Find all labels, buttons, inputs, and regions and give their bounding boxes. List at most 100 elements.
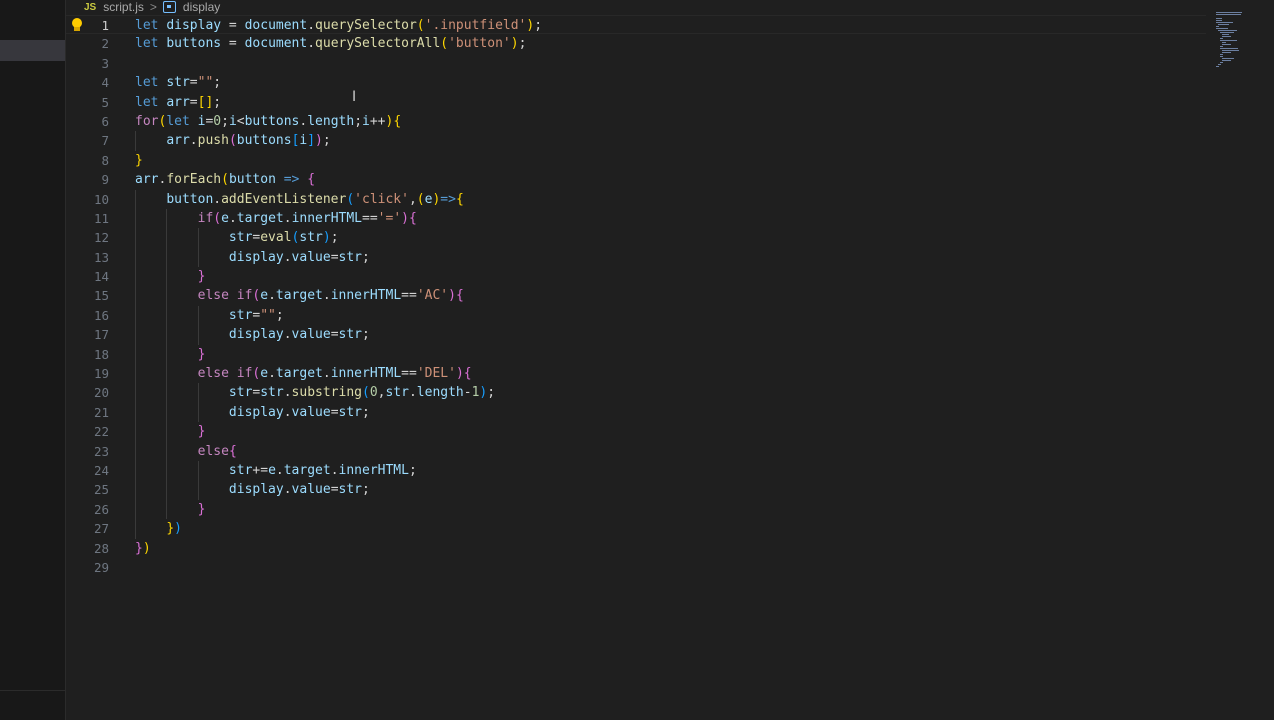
code-token: ; <box>322 133 331 149</box>
code-token: = <box>330 327 339 343</box>
code-line[interactable]: 12 str=eval(str); <box>66 228 1206 248</box>
code-line[interactable]: 17 display.value=str; <box>66 325 1206 345</box>
code-text[interactable]: display.value=str; <box>135 325 370 344</box>
minimap-line <box>1222 52 1231 53</box>
code-text[interactable]: } <box>135 345 206 364</box>
code-line[interactable]: 4 let str=""; <box>66 73 1206 92</box>
code-text[interactable]: button.addEventListener('click',(e)=>{ <box>135 190 463 209</box>
code-text[interactable]: str=""; <box>135 306 284 325</box>
code-line[interactable]: 7 arr.push(buttons[i]); <box>66 131 1206 151</box>
code-token: = <box>330 404 339 420</box>
line-number: 12 <box>93 230 109 246</box>
code-text[interactable]: let display = document.querySelector('.i… <box>135 16 542 35</box>
code-token: '=' <box>377 210 402 226</box>
code-token: < <box>236 113 245 129</box>
code-token: eval <box>260 230 292 246</box>
code-token: e <box>260 366 269 382</box>
line-number: 14 <box>93 269 109 285</box>
code-line[interactable]: 2 let buttons = document.querySelectorAll… <box>66 34 1206 53</box>
code-token: } <box>135 152 143 168</box>
code-line[interactable]: 10 button.addEventListener('click',(e)=>… <box>66 189 1206 209</box>
minimap-line <box>1220 56 1223 57</box>
code-text[interactable]: let str=""; <box>135 73 221 92</box>
code-line[interactable]: 25 display.value=str; <box>66 480 1206 500</box>
code-line[interactable]: 9 arr.forEach(button => { <box>66 170 1206 189</box>
breadcrumb-file[interactable]: script.js <box>103 0 144 14</box>
code-text[interactable]: } <box>135 151 143 170</box>
code-line[interactable]: 3 <box>66 54 1206 73</box>
code-token: e <box>268 462 276 478</box>
code-text[interactable]: arr.forEach(button => { <box>135 170 315 189</box>
minimap-line <box>1216 22 1233 23</box>
code-text[interactable]: } <box>135 500 206 519</box>
code-token: 'DEL' <box>416 366 456 382</box>
explorer-selected-item[interactable] <box>0 40 65 61</box>
minimap-line <box>1220 46 1223 47</box>
code-text[interactable]: display.value=str; <box>135 403 370 422</box>
code-token: e <box>260 288 269 304</box>
code-token: substring <box>291 385 362 401</box>
code-token: addEventListener <box>221 191 347 207</box>
code-token: = <box>189 75 198 91</box>
code-text[interactable]: } <box>135 267 206 286</box>
code-line[interactable]: 22 } <box>66 422 1206 442</box>
code-text[interactable]: str+=e.target.innerHTML; <box>135 461 417 480</box>
line-number: 20 <box>93 385 109 401</box>
minimap-line <box>1216 66 1219 67</box>
code-token: push <box>197 133 229 149</box>
code-text[interactable]: else if(e.target.innerHTML=='AC'){ <box>135 286 464 305</box>
code-token: } <box>166 521 175 537</box>
code-line[interactable]: 28}) <box>66 539 1206 558</box>
code-text[interactable]: else{ <box>135 442 237 461</box>
code-line[interactable]: 15 else if(e.target.innerHTML=='AC'){ <box>66 286 1206 306</box>
code-line[interactable]: 24 str+=e.target.innerHTML; <box>66 460 1206 481</box>
code-text[interactable]: display.value=str; <box>135 248 370 267</box>
code-line[interactable]: 21 display.value=str; <box>66 402 1206 423</box>
code-line[interactable]: 6 for(let i=0;i<buttons.length;i++){ <box>66 112 1206 131</box>
code-line[interactable]: 23 else{ <box>66 441 1206 461</box>
code-line[interactable]: 20 str=str.substring(0,str.length-1); <box>66 383 1206 403</box>
code-line[interactable]: 14 } <box>66 267 1206 287</box>
code-text[interactable]: arr.push(buttons[i]); <box>135 131 331 150</box>
code-line[interactable]: 27 }) <box>66 519 1206 539</box>
code-editor[interactable]: JS script.js > display 1 let display = do… <box>66 0 1274 720</box>
code-lines[interactable]: 1 let display = document.querySelector('.… <box>66 15 1206 577</box>
code-token: innerHTML <box>330 288 402 304</box>
code-token: ( <box>416 18 425 33</box>
code-token: forEach <box>166 172 222 188</box>
code-text[interactable]: }) <box>135 519 182 538</box>
breadcrumb-symbol[interactable]: display <box>183 0 220 14</box>
code-text[interactable]: let arr=[]; <box>135 93 221 112</box>
text-cursor-icon: I <box>352 89 357 105</box>
code-line[interactable]: 26 } <box>66 499 1206 520</box>
code-line[interactable]: 29 <box>66 558 1206 577</box>
code-text[interactable]: str=str.substring(0,str.length-1); <box>135 383 495 402</box>
code-token: i <box>228 113 237 129</box>
code-token: ) <box>401 210 409 226</box>
code-line[interactable]: 1 let display = document.querySelector('.… <box>66 15 1206 35</box>
code-text[interactable]: if(e.target.innerHTML=='='){ <box>135 209 417 228</box>
code-text[interactable]: for(let i=0;i<buttons.length;i++){ <box>135 112 401 131</box>
code-text[interactable]: str=eval(str); <box>135 228 339 247</box>
code-line[interactable]: 5 let arr=[]; <box>66 93 1206 112</box>
code-text[interactable]: let buttons = document.querySelectorAll(… <box>135 34 526 53</box>
code-token: else if <box>197 366 253 382</box>
code-line[interactable]: 11 if(e.target.innerHTML=='='){ <box>66 208 1206 229</box>
code-text[interactable]: else if(e.target.innerHTML=='DEL'){ <box>135 364 472 383</box>
code-line[interactable]: 18 } <box>66 344 1206 365</box>
code-text[interactable]: display.value=str; <box>135 480 370 499</box>
code-token: 0 <box>369 385 378 401</box>
code-text[interactable]: } <box>135 422 206 441</box>
code-text[interactable]: }) <box>135 539 151 558</box>
code-token: ; <box>275 307 284 323</box>
code-line[interactable]: 16 str=""; <box>66 305 1206 326</box>
code-line[interactable]: 19 else if(e.target.innerHTML=='DEL'){ <box>66 364 1206 384</box>
minimap[interactable] <box>1216 12 1262 72</box>
code-line[interactable]: 13 display.value=str; <box>66 247 1206 268</box>
code-token: . <box>268 366 276 382</box>
code-line[interactable]: 8} <box>66 151 1206 170</box>
